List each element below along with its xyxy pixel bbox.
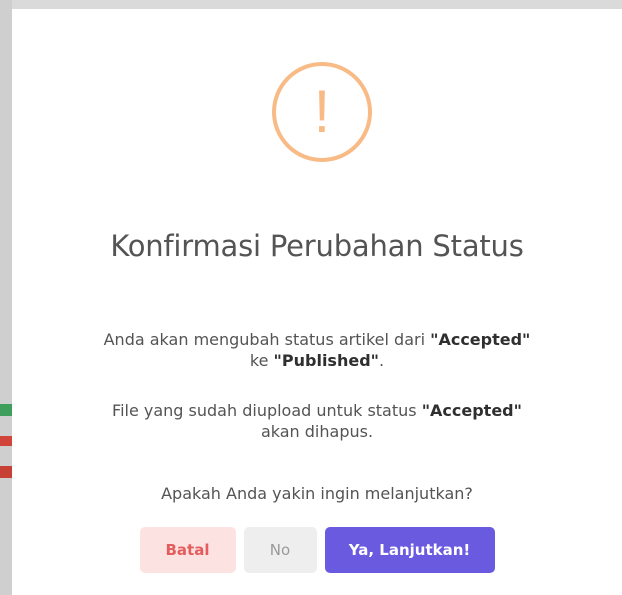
dialog-actions: Batal No Ya, Lanjutkan! (12, 527, 622, 573)
dialog-title: Konfirmasi Perubahan Status (110, 229, 524, 263)
background-page-edge (0, 0, 12, 595)
deleted-status: "Accepted" (421, 401, 522, 420)
dialog-message-status-change: Anda akan mengubah status artikel dari "… (12, 329, 622, 371)
exclamation-icon: ! (313, 78, 331, 145)
message-text: . (378, 351, 385, 370)
confirm-button[interactable]: Ya, Lanjutkan! (324, 527, 495, 573)
confirmation-dialog: ! Konfirmasi Perubahan Status Anda akan … (12, 9, 622, 595)
from-status: "Accepted" (430, 330, 531, 349)
message-text: ke (249, 351, 274, 370)
message-text: Anda akan mengubah status artikel dari (103, 330, 431, 349)
warning-icon: ! (272, 62, 372, 162)
to-status: "Published" (273, 351, 379, 370)
background-status-marker (0, 466, 12, 478)
dialog-question: Apakah Anda yakin ingin melanjutkan? (161, 484, 473, 503)
cancel-button[interactable]: Batal (139, 527, 236, 573)
dialog-message-file-deletion: File yang sudah diupload untuk status "A… (12, 400, 622, 442)
deny-button[interactable]: No (243, 527, 317, 573)
message-text: File yang sudah diupload untuk status (112, 401, 422, 420)
background-status-marker (0, 436, 12, 446)
background-status-marker (0, 404, 12, 416)
message-text: akan dihapus. (260, 422, 374, 441)
